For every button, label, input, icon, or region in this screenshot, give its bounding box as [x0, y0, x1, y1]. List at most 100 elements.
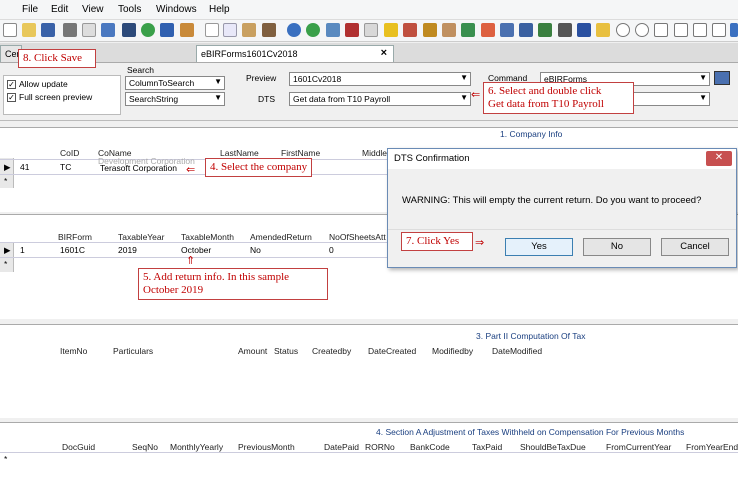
g-icon[interactable] [423, 23, 437, 37]
no-button[interactable]: No [583, 238, 651, 256]
return-icon[interactable] [712, 23, 726, 37]
col-firstname[interactable]: FirstName [281, 148, 320, 158]
close-icon[interactable]: × [381, 47, 387, 59]
row-number[interactable]: 1 [20, 245, 25, 255]
col-fromyearend[interactable]: FromYearEnd [686, 442, 738, 452]
col-createdby[interactable]: Createdby [312, 346, 351, 356]
tab-ebirforms[interactable]: eBIRForms1601Cv2018 × [196, 45, 394, 62]
chevron-down-icon[interactable]: ▼ [699, 93, 707, 102]
print-preview-icon[interactable] [82, 23, 96, 37]
col-docguid[interactable]: DocGuid [62, 442, 95, 452]
undo-icon[interactable] [160, 23, 174, 37]
fullscreen-icon[interactable] [693, 23, 707, 37]
dialog-close-icon[interactable]: ✕ [706, 151, 732, 166]
preview-combo[interactable]: 1601Cv2018 ▼ [289, 72, 471, 86]
open-folder-icon[interactable] [22, 23, 36, 37]
chevron-down-icon[interactable]: ▼ [460, 73, 468, 82]
checkbox-checked-icon[interactable]: ✓ [7, 79, 16, 89]
execute-button-icon[interactable] [714, 71, 730, 85]
col-seqno[interactable]: SeqNo [132, 442, 158, 452]
checkbox-checked-icon[interactable]: ✓ [7, 92, 16, 102]
col-birform[interactable]: BIRForm [58, 232, 92, 242]
yes-button[interactable]: Yes [505, 238, 573, 256]
chevron-down-icon[interactable]: ▼ [460, 93, 468, 102]
export-icon[interactable] [461, 23, 475, 37]
col-shouldbetaxdue[interactable]: ShouldBeTaxDue [520, 442, 586, 452]
cm-icon[interactable] [345, 23, 359, 37]
help-icon[interactable] [287, 23, 301, 37]
cell-coid[interactable]: TC [60, 162, 71, 172]
menu-file[interactable]: File [22, 4, 38, 15]
search-string-combo[interactable]: SearchString ▼ [125, 92, 225, 106]
star-icon[interactable] [384, 23, 398, 37]
monitor-icon[interactable] [519, 23, 533, 37]
cell-coname[interactable]: Terasoft Corporation [100, 163, 177, 173]
col-middle[interactable]: Middle [362, 148, 387, 158]
col-bankcode[interactable]: BankCode [410, 442, 450, 452]
col-datepaid[interactable]: DatePaid [324, 442, 359, 452]
person-icon[interactable] [577, 23, 591, 37]
col-previousmonth[interactable]: PreviousMonth [238, 442, 295, 452]
zoom-in-icon[interactable] [616, 23, 630, 37]
tools-icon[interactable] [403, 23, 417, 37]
chevron-down-icon[interactable]: ▼ [699, 73, 707, 82]
menu-edit[interactable]: Edit [51, 4, 68, 15]
search-column-combo[interactable]: ColumnToSearch ▼ [125, 76, 225, 90]
cell-amended[interactable]: No [250, 245, 261, 255]
hammer-icon[interactable] [442, 23, 456, 37]
col-taxable-month[interactable]: TaxableMonth [181, 232, 234, 242]
layout-icon[interactable] [654, 23, 668, 37]
menu-help[interactable]: Help [209, 4, 230, 15]
chevron-down-icon[interactable]: ▼ [214, 93, 222, 102]
chevron-down-icon[interactable]: ▼ [214, 77, 222, 86]
lock-icon[interactable] [596, 23, 610, 37]
cell-year[interactable]: 2019 [118, 245, 137, 255]
row-number[interactable]: 41 [20, 162, 29, 172]
save-icon[interactable] [41, 23, 55, 37]
print-icon[interactable] [63, 23, 77, 37]
col-coid[interactable]: CoID [60, 148, 79, 158]
database-icon[interactable] [326, 23, 340, 37]
grid-icon[interactable] [262, 23, 276, 37]
find-icon[interactable] [180, 23, 194, 37]
col-rorno[interactable]: RORNo [365, 442, 395, 452]
menu-windows[interactable]: Windows [156, 4, 197, 15]
cut-icon[interactable] [205, 23, 219, 37]
dts-combo[interactable]: Get data from T10 Payroll ▼ [289, 92, 471, 106]
col-modifiedby[interactable]: Modifiedby [432, 346, 473, 356]
cell-sheets[interactable]: 0 [329, 245, 334, 255]
col-lastname[interactable]: LastName [220, 148, 259, 158]
col-monthlyyearly[interactable]: MonthlyYearly [170, 442, 223, 452]
paste-icon[interactable] [242, 23, 256, 37]
col-no-of-sheets[interactable]: NoOfSheetsAtt [329, 232, 386, 242]
refresh-icon[interactable] [141, 23, 155, 37]
col-particulars[interactable]: Particulars [113, 346, 153, 356]
allow-update-option[interactable]: ✓ Allow update [7, 79, 68, 89]
new-icon[interactable] [3, 23, 17, 37]
col-datemodified[interactable]: DateModified [492, 346, 542, 356]
chart-icon[interactable] [481, 23, 495, 37]
col-status[interactable]: Status [274, 346, 298, 356]
cn-icon[interactable] [122, 23, 136, 37]
col-taxable-year[interactable]: TaxableYear [118, 232, 164, 242]
full-screen-option[interactable]: ✓ Full screen preview [7, 92, 92, 102]
pen-icon[interactable] [558, 23, 572, 37]
col-amount[interactable]: Amount [238, 346, 267, 356]
document-icon[interactable] [364, 23, 378, 37]
col-itemno[interactable]: ItemNo [60, 346, 87, 356]
frame-icon[interactable] [674, 23, 688, 37]
col-amended-return[interactable]: AmendedReturn [250, 232, 312, 242]
menu-view[interactable]: View [82, 4, 104, 15]
filter-icon[interactable] [730, 23, 738, 37]
cell-birform[interactable]: 1601C [60, 245, 85, 255]
upload-icon[interactable] [101, 23, 115, 37]
zoom-out-icon[interactable] [635, 23, 649, 37]
copy-icon[interactable] [223, 23, 237, 37]
info-icon[interactable] [306, 23, 320, 37]
col-taxpaid[interactable]: TaxPaid [472, 442, 502, 452]
cancel-button[interactable]: Cancel [661, 238, 729, 256]
network-icon[interactable] [538, 23, 552, 37]
col-datecreated[interactable]: DateCreated [368, 346, 416, 356]
window-icon[interactable] [500, 23, 514, 37]
menu-tools[interactable]: Tools [118, 4, 141, 15]
